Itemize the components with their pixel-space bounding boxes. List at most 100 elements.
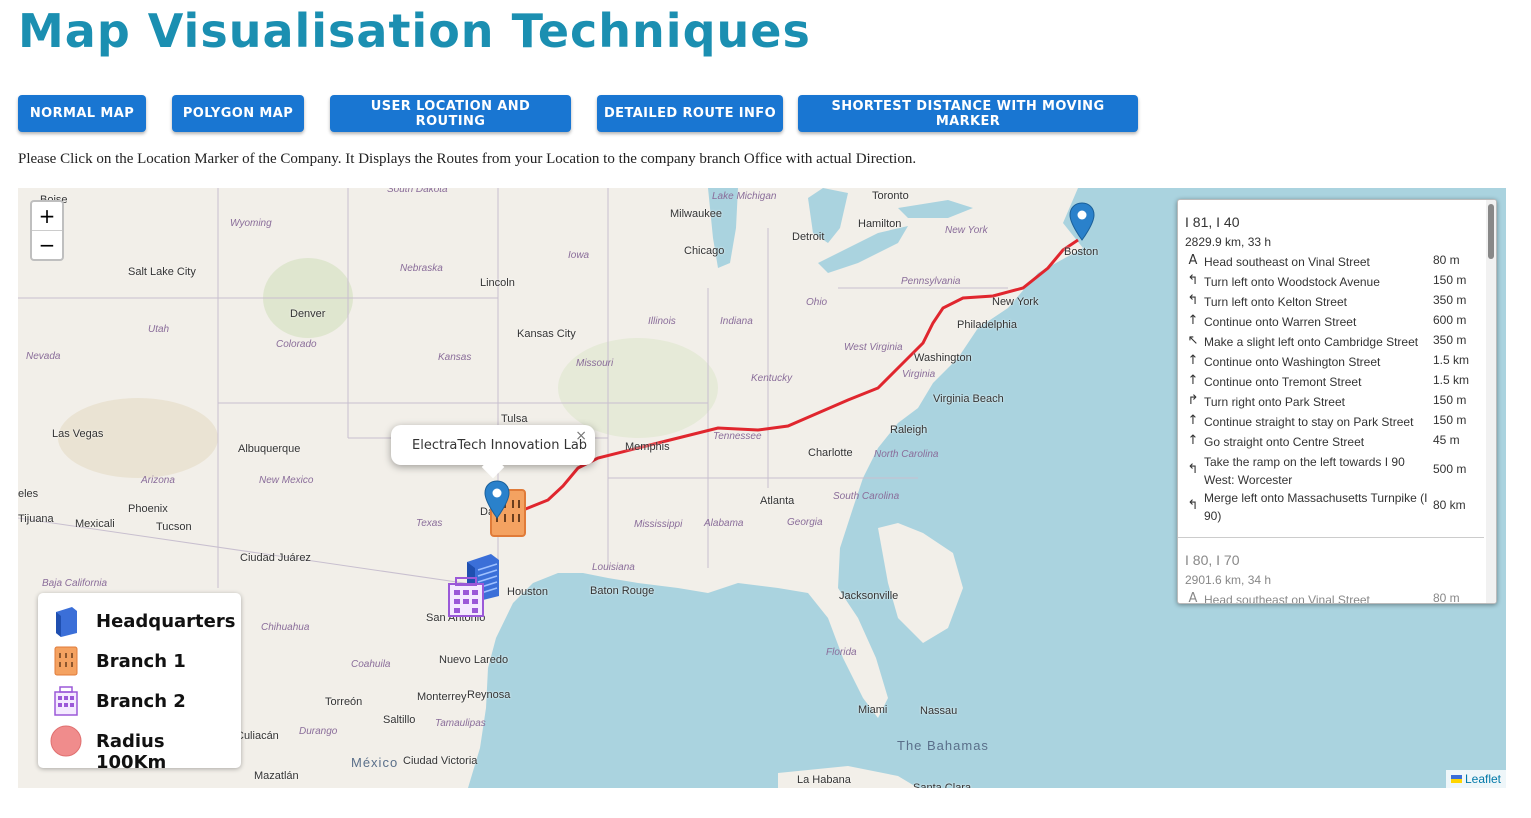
route-step-text: Continue onto Warren Street bbox=[1204, 315, 1357, 329]
map-place-label: Tamaulipas bbox=[435, 718, 486, 729]
detailed-route-info-button[interactable]: DETAILED ROUTE INFO bbox=[597, 95, 783, 132]
map-place-label: Saltillo bbox=[383, 714, 416, 726]
map-place-label: La Habana bbox=[797, 774, 851, 786]
map-place-label: Florida bbox=[826, 647, 857, 658]
map-place-label: Georgia bbox=[787, 517, 823, 528]
map-place-label: Missouri bbox=[576, 358, 614, 369]
legend-item-branch2: Branch 2 bbox=[50, 685, 240, 719]
page-title: Map Visualisation Techniques bbox=[18, 4, 811, 58]
map-place-label: Torreón bbox=[325, 696, 363, 708]
popup-close-button[interactable]: × bbox=[575, 428, 587, 444]
turn-left-icon: ↰ bbox=[1187, 273, 1199, 288]
map-place-label: The Bahamas bbox=[897, 738, 989, 753]
slight-left-icon: ↖ bbox=[1187, 333, 1199, 348]
route-step-distance: 150 m bbox=[1433, 393, 1467, 407]
map-place-label: New York bbox=[945, 225, 988, 236]
map-place-label: Texas bbox=[416, 518, 443, 529]
shortest-distance-moving-marker-button[interactable]: SHORTEST DISTANCE WITH MOVING MARKER bbox=[798, 95, 1138, 132]
map-place-label: Ohio bbox=[806, 297, 828, 308]
route-step-text: Turn right onto Park Street bbox=[1204, 395, 1345, 409]
map-place-label: Denver bbox=[290, 308, 326, 320]
depart-icon: A bbox=[1188, 253, 1198, 268]
map-place-label: Virginia bbox=[902, 369, 936, 380]
map-place-label: Colorado bbox=[276, 339, 317, 350]
merge-left-icon: ↰ bbox=[1187, 498, 1199, 513]
map-place-label: Kansas bbox=[438, 352, 472, 363]
route-alternative[interactable]: I 81, I 40 2829.9 km, 33 h A Head southea… bbox=[1178, 200, 1484, 536]
route-alternative-minor[interactable]: I 80, I 70 2901.6 km, 34 h A Head southea… bbox=[1178, 537, 1484, 604]
map-place-label: Indiana bbox=[720, 316, 753, 327]
route-step-distance: 80 km bbox=[1433, 498, 1466, 512]
map-place-label: Lincoln bbox=[480, 277, 515, 289]
route-step-text: Take the ramp on the left towards I 90 W… bbox=[1204, 455, 1405, 487]
boston-location-marker-icon[interactable] bbox=[1069, 202, 1095, 242]
map-place-label: Boston bbox=[1064, 246, 1099, 258]
map-place-label: Phoenix bbox=[128, 503, 168, 515]
map-place-label: Ciudad Victoria bbox=[403, 755, 478, 767]
legend-item-branch1: Branch 1 bbox=[50, 645, 240, 679]
route-step-distance: 1.5 km bbox=[1433, 373, 1470, 387]
instructions-text: Please Click on the Location Marker of t… bbox=[18, 151, 917, 167]
continue-icon: ↑ bbox=[1187, 313, 1199, 328]
zoom-out-button[interactable]: − bbox=[32, 230, 62, 259]
map-place-label: Las Vegas bbox=[52, 428, 104, 440]
route-step-text: Merge left onto Massachusetts Turnpike (… bbox=[1204, 491, 1428, 523]
map-place-label: Arizona bbox=[141, 475, 175, 486]
map-container[interactable]: BoiseWyomingSalt Lake CityNebraskaDenver… bbox=[18, 188, 1506, 788]
route-step-distance: 80 m bbox=[1433, 591, 1460, 604]
map-place-label: Miami bbox=[858, 704, 888, 716]
route-alt-title: I 80, I 70 bbox=[1185, 552, 1240, 568]
map-place-label: Washington bbox=[914, 352, 972, 364]
legend-label: Headquarters bbox=[96, 611, 236, 632]
map-place-label: Charlotte bbox=[808, 447, 853, 459]
map-place-label: eles bbox=[18, 488, 39, 500]
route-step-distance: 45 m bbox=[1433, 433, 1460, 447]
map-place-label: México bbox=[351, 755, 399, 770]
route-step-distance: 1.5 km bbox=[1433, 353, 1470, 367]
map-place-label: Hamilton bbox=[858, 218, 902, 230]
map-place-label: Tijuana bbox=[18, 513, 54, 525]
route-step-text: Continue onto Washington Street bbox=[1204, 355, 1381, 369]
map-place-label: Monterrey bbox=[417, 691, 467, 703]
leaflet-attribution[interactable]: Leaflet bbox=[1445, 770, 1506, 788]
map-place-label: Culiacán bbox=[236, 730, 279, 742]
polygon-map-button[interactable]: POLYGON MAP bbox=[172, 95, 304, 132]
map-place-label: Santa Clara bbox=[913, 782, 972, 788]
map-place-label: Milwaukee bbox=[670, 208, 722, 220]
user-location-routing-button[interactable]: USER LOCATION AND ROUTING bbox=[330, 95, 571, 132]
route-step-distance: 80 m bbox=[1433, 253, 1460, 267]
map-place-label: Utah bbox=[148, 324, 170, 335]
continue-icon: ↑ bbox=[1187, 413, 1199, 428]
continue-icon: ↑ bbox=[1187, 433, 1199, 448]
map-place-label: Toronto bbox=[872, 190, 909, 202]
normal-map-button[interactable]: NORMAL MAP bbox=[18, 95, 146, 132]
map-place-label: Coahuila bbox=[351, 659, 391, 670]
map-place-label: Memphis bbox=[625, 441, 670, 453]
legend-label: Branch 1 bbox=[96, 651, 186, 672]
route-step-text: Continue onto Tremont Street bbox=[1204, 375, 1362, 389]
map-place-label: Baton Rouge bbox=[590, 585, 655, 597]
map-place-label: Raleigh bbox=[890, 424, 928, 436]
popup-text: ElectraTech Innovation Lab bbox=[412, 438, 588, 453]
route-step-text: Turn left onto Woodstock Avenue bbox=[1204, 275, 1380, 289]
map-place-label: Salt Lake City bbox=[128, 266, 196, 278]
zoom-in-button[interactable]: + bbox=[32, 202, 62, 230]
branch2-building-icon[interactable] bbox=[446, 576, 486, 618]
legend-item-radius: Radius 100Km bbox=[50, 725, 240, 773]
scrollbar-thumb[interactable] bbox=[1488, 204, 1494, 259]
continue-icon: ↑ bbox=[1187, 373, 1199, 388]
depart-icon: A bbox=[1188, 591, 1198, 604]
company-location-marker-icon[interactable] bbox=[484, 480, 510, 520]
branch1-icon bbox=[54, 646, 78, 676]
map-place-label: Baja California bbox=[42, 578, 108, 589]
panel-scrollbar[interactable] bbox=[1486, 200, 1496, 603]
map-place-label: Kansas City bbox=[517, 328, 576, 340]
route-step-text: Go straight onto Centre Street bbox=[1204, 435, 1365, 449]
attribution-link[interactable]: Leaflet bbox=[1465, 772, 1501, 786]
route-directions-panel[interactable]: I 81, I 40 2829.9 km, 33 h A Head southea… bbox=[1177, 199, 1497, 604]
legend-label: Radius 100Km bbox=[96, 731, 167, 773]
map-place-label: Nassau bbox=[920, 705, 958, 717]
map-place-label: Wyoming bbox=[230, 218, 272, 229]
headquarters-icon bbox=[56, 607, 77, 637]
zoom-control: + − bbox=[30, 200, 64, 261]
